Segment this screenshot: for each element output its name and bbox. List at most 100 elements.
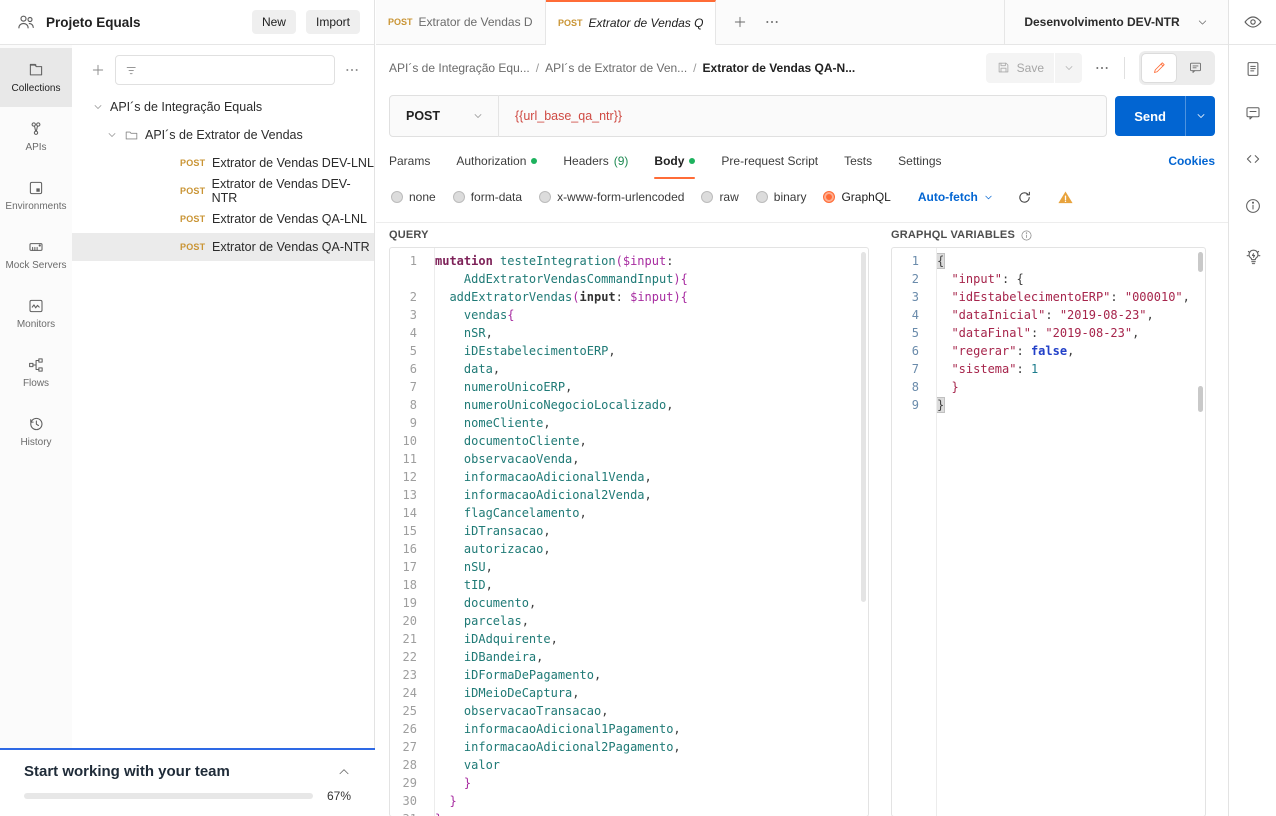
breadcrumb-separator: / [536, 61, 539, 75]
cookies-link[interactable]: Cookies [1168, 154, 1215, 168]
body-type-none[interactable]: none [391, 190, 436, 204]
environment-quick-look-button[interactable] [1229, 12, 1276, 32]
variables-scrollbar-thumb[interactable] [1198, 386, 1203, 412]
body-type-binary[interactable]: binary [756, 190, 807, 204]
code-line: 2 "input": { [892, 270, 1205, 288]
save-options-chevron[interactable] [1054, 53, 1082, 83]
more-actions-icon[interactable] [344, 62, 360, 78]
tab-body[interactable]: Body [654, 142, 695, 179]
tab-settings[interactable]: Settings [898, 142, 941, 179]
tree-request-item[interactable]: POSTExtrator de Vendas QA-LNL [72, 205, 374, 233]
query-editor[interactable]: 1mutation testeIntegration($input: AddEx… [389, 247, 869, 816]
variables-editor[interactable]: 1{2 "input": {3 "idEstabelecimentoERP": … [891, 247, 1206, 816]
pull-requests-button[interactable] [1229, 247, 1276, 266]
left-sidebar: Projeto Equals New Import CollectionsAPI… [0, 0, 375, 816]
code-line: 7 numeroUnicoERP, [390, 378, 868, 396]
tab-params[interactable]: Params [389, 142, 430, 179]
tab-options-icon[interactable] [764, 14, 780, 30]
tab-label: Tests [844, 154, 872, 168]
request-more-icon[interactable] [1094, 60, 1110, 76]
send-button[interactable]: Send [1115, 96, 1215, 136]
code-line: 3 vendas{ [390, 306, 868, 324]
body-type-label: none [409, 190, 436, 204]
code-line: 5 iDEstabelecimentoERP, [390, 342, 868, 360]
search-collections-input[interactable] [115, 55, 335, 85]
edit-description-button[interactable] [1141, 53, 1177, 83]
sidebar-item-apis[interactable]: APIs [0, 107, 72, 166]
add-collection-icon[interactable] [90, 62, 106, 78]
method-select[interactable]: POST [390, 109, 498, 123]
code-line: 8 } [892, 378, 1205, 396]
sidebar-item-environments[interactable]: Environments [0, 166, 72, 225]
tree-folder-item[interactable]: API´s de Extrator de Vendas [72, 121, 374, 149]
workspace-name[interactable]: Projeto Equals [46, 15, 242, 30]
request-tab[interactable]: POSTExtrator de Vendas QA- [546, 0, 716, 45]
send-options-chevron[interactable] [1185, 96, 1215, 136]
code-line: 9 nomeCliente, [390, 414, 868, 432]
sidebar-item-collections[interactable]: Collections [0, 48, 72, 107]
tree-collection-item[interactable]: API´s de Integração Equals [72, 93, 374, 121]
body-type-raw[interactable]: raw [701, 190, 738, 204]
tab-label: Extrator de Vendas QA- [589, 16, 703, 30]
code-line: 5 "dataFinal": "2019-08-23", [892, 324, 1205, 342]
code-snippet-button[interactable] [1229, 150, 1276, 168]
tree-item-label: Extrator de Vendas QA-LNL [212, 212, 367, 226]
new-button[interactable]: New [252, 10, 296, 34]
rail-item-label: Mock Servers [5, 260, 66, 271]
body-type-form-data[interactable]: form-data [453, 190, 522, 204]
collapse-card-icon[interactable] [337, 765, 351, 779]
query-scrollbar[interactable] [861, 252, 866, 602]
sidebar-item-history[interactable]: History [0, 402, 72, 461]
sidebar-item-monitors[interactable]: Monitors [0, 284, 72, 343]
refresh-schema-button[interactable] [1017, 190, 1032, 205]
tab-authorization[interactable]: Authorization [456, 142, 537, 179]
url-input[interactable]: {{url_base_qa_ntr}} [499, 109, 622, 123]
variables-scrollbar[interactable] [1198, 252, 1203, 272]
import-button[interactable]: Import [306, 10, 360, 34]
body-type-label: GraphQL [841, 190, 890, 204]
code-line: 14 flagCancelamento, [390, 504, 868, 522]
main-area: POSTExtrator de Vendas DEVPOSTExtrator d… [376, 0, 1228, 816]
breadcrumb-segment[interactable]: API´s de Integração Equ... [389, 61, 530, 75]
environment-selector[interactable]: Desenvolvimento DEV-NTR [1004, 0, 1228, 44]
code-line: 18 tID, [390, 576, 868, 594]
save-button[interactable]: Save [986, 53, 1082, 83]
apis-icon [27, 120, 45, 138]
tree-request-item[interactable]: POSTExtrator de Vendas QA-NTR [72, 233, 374, 261]
breadcrumb-segment[interactable]: Extrator de Vendas QA-N... [703, 61, 856, 75]
documentation-button[interactable] [1229, 60, 1276, 78]
rail-item-label: Flows [23, 378, 49, 389]
chevron-down-icon [472, 110, 484, 122]
code-line: 6 "regerar": false, [892, 342, 1205, 360]
chevron-down-icon [92, 101, 104, 113]
code-line: 23 iDFormaDePagamento, [390, 666, 868, 684]
rail-item-label: Environments [5, 201, 66, 212]
tab-pre-request-script[interactable]: Pre-request Script [721, 142, 818, 179]
method-badge: POST [180, 158, 206, 168]
tree-request-item[interactable]: POSTExtrator de Vendas DEV-LNL [72, 149, 374, 177]
body-type-graphql[interactable]: GraphQL [823, 190, 890, 204]
code-line: 21 iDAdquirente, [390, 630, 868, 648]
autofetch-dropdown[interactable]: Auto-fetch [918, 190, 994, 204]
rail-item-label: Monitors [17, 319, 55, 330]
body-type-label: x-www-form-urlencoded [557, 190, 684, 204]
body-type-x-www-form-urlencoded[interactable]: x-www-form-urlencoded [539, 190, 684, 204]
collections-icon [27, 61, 45, 79]
comments-button[interactable] [1177, 53, 1213, 83]
code-line: 26 informacaoAdicional1Pagamento, [390, 720, 868, 738]
request-tab[interactable]: POSTExtrator de Vendas DEV [376, 0, 546, 44]
collections-toolbar [72, 53, 374, 93]
sidebar-item-mock-servers[interactable]: Mock Servers [0, 225, 72, 284]
tab-headers[interactable]: Headers(9) [563, 142, 628, 179]
tab-tests[interactable]: Tests [844, 142, 872, 179]
code-line: 13 informacaoAdicional2Venda, [390, 486, 868, 504]
sidebar-item-flows[interactable]: Flows [0, 343, 72, 402]
new-tab-icon[interactable] [732, 14, 748, 30]
breadcrumb-segment[interactable]: API´s de Extrator de Ven... [545, 61, 687, 75]
request-info-button[interactable] [1229, 197, 1276, 215]
tab-count: (9) [614, 154, 629, 168]
history-icon [27, 415, 45, 433]
schema-warning-icon[interactable] [1057, 189, 1074, 206]
comments-rail-button[interactable] [1229, 104, 1276, 122]
tree-request-item[interactable]: POSTExtrator de Vendas DEV-NTR [72, 177, 374, 205]
